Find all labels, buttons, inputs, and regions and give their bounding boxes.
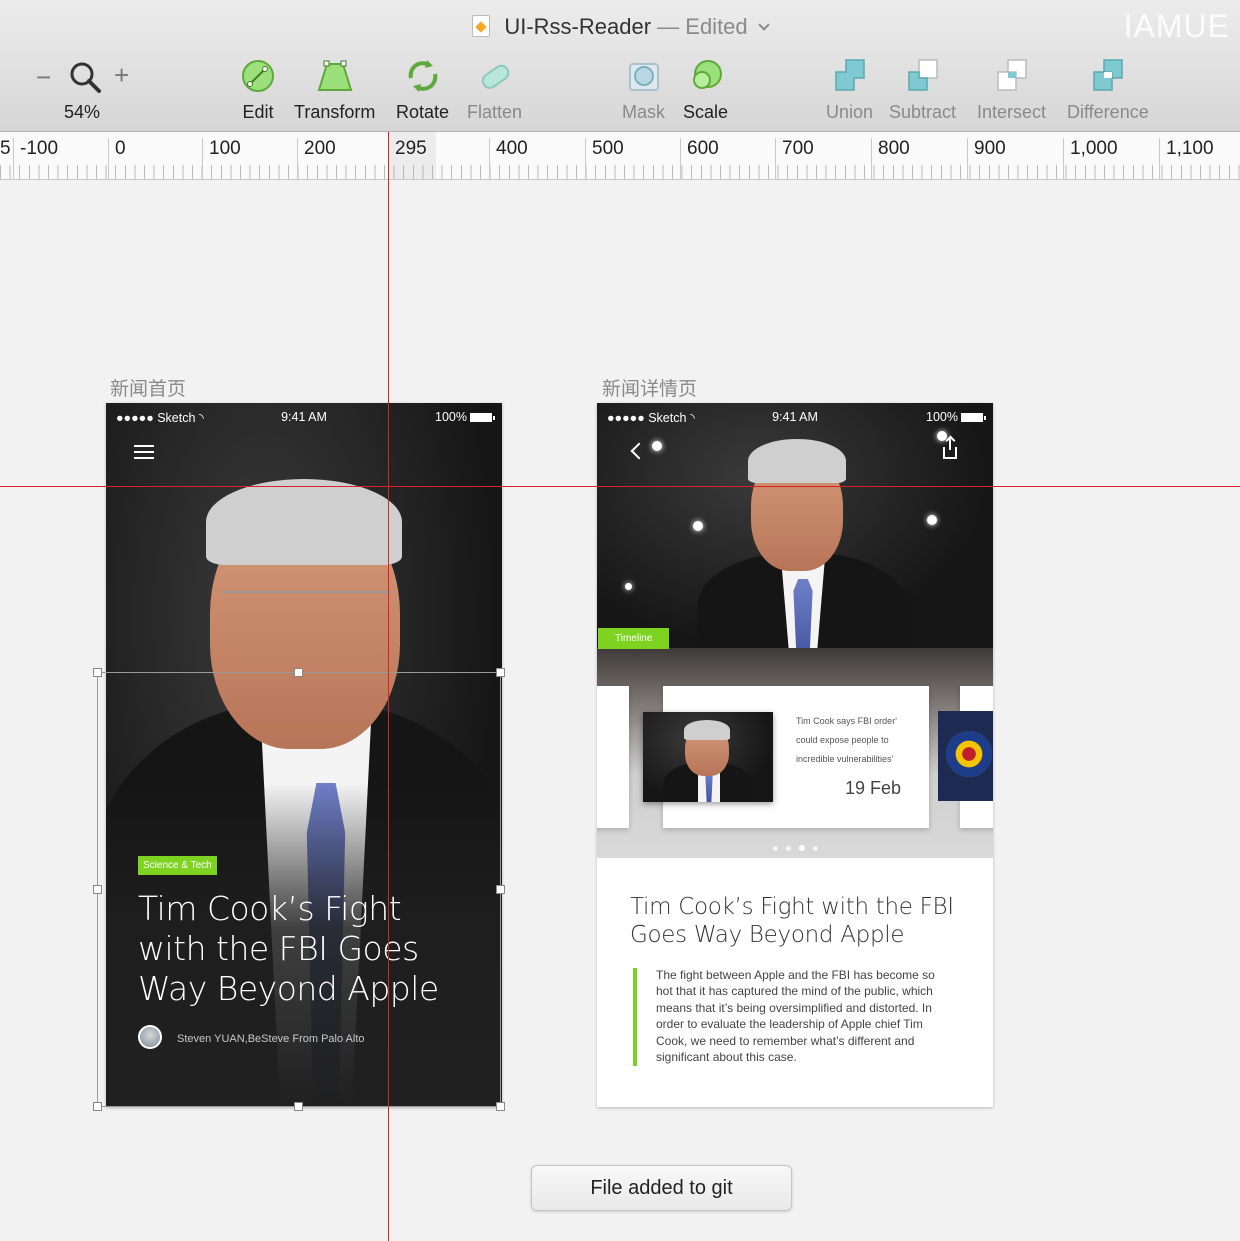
ruler-label: 400	[489, 138, 528, 179]
horizontal-guide[interactable]	[0, 486, 1240, 487]
horizontal-ruler[interactable]: 5 -100 0 100 200 295 400 500 600 700 800…	[0, 132, 1240, 180]
page-dot[interactable]	[772, 846, 778, 851]
page-dot-active[interactable]	[798, 845, 805, 851]
ruler-label: 100	[202, 138, 241, 179]
transform-icon	[315, 56, 355, 96]
flatten-icon	[475, 56, 515, 96]
artboard-detail[interactable]: ●●●●● Sketch ◝ 9:41 AM 100% Timeline Tim…	[597, 403, 993, 1107]
intersect-button[interactable]: Intersect	[977, 56, 1046, 123]
zoom-level: 54%	[64, 102, 101, 122]
union-label: Union	[826, 102, 874, 122]
battery-icon	[961, 413, 986, 422]
intersect-icon	[992, 56, 1032, 96]
mask-icon	[624, 56, 664, 96]
vertical-guide[interactable]	[388, 132, 389, 1241]
resize-handle-top-right[interactable]	[496, 668, 505, 677]
resize-handle-bottom-left[interactable]	[93, 1102, 102, 1111]
timeline-card-next[interactable]	[938, 686, 993, 828]
difference-icon	[1088, 56, 1128, 96]
battery-icon	[470, 413, 495, 422]
battery: 100%	[926, 410, 986, 424]
union-button[interactable]: Union	[826, 56, 873, 123]
page-indicator[interactable]	[597, 838, 993, 856]
edit-button[interactable]: Edit	[238, 56, 278, 123]
hamburger-menu-icon[interactable]	[134, 445, 154, 459]
flatten-button[interactable]: Flatten	[467, 56, 522, 123]
ruler-label: 700	[775, 138, 814, 179]
window-toolbar: UI-Rss-Reader — Edited IAMUE − + 54% Edi…	[0, 0, 1240, 132]
edit-label: Edit	[242, 102, 274, 122]
resize-handle-bottom[interactable]	[294, 1102, 303, 1111]
detail-headline: Tim Cook’s Fight with the FBI Goes Way B…	[630, 894, 954, 948]
rotate-label: Rotate	[396, 102, 450, 122]
zoom-out-button[interactable]: −	[36, 62, 56, 93]
card-quote: Tim Cook says FBI order' could expose pe…	[796, 716, 897, 764]
ruler-label: 1,000	[1063, 138, 1118, 179]
mask-button[interactable]: Mask	[622, 56, 665, 123]
intersect-label: Intersect	[977, 102, 1047, 122]
git-notification-toast: File added to git	[531, 1165, 792, 1211]
ruler-label: 900	[967, 138, 1006, 179]
page-dot[interactable]	[785, 846, 791, 851]
resize-handle-right[interactable]	[496, 885, 505, 894]
ruler-label: 0	[108, 138, 126, 179]
rotate-icon	[403, 56, 443, 96]
union-icon	[830, 56, 870, 96]
subtract-button[interactable]: Subtract	[889, 56, 956, 123]
ruler-label: 500	[585, 138, 624, 179]
ruler-label: 1,100	[1159, 138, 1214, 179]
transform-label: Transform	[294, 102, 376, 122]
timeline-card-previous[interactable]	[597, 686, 629, 828]
sketch-document-icon	[472, 15, 491, 37]
detail-body-text: The fight between Apple and the FBI has …	[656, 968, 935, 1065]
window-title: UI-Rss-Reader — Edited	[0, 14, 1240, 40]
resize-handle-bottom-right[interactable]	[496, 1102, 505, 1111]
artboard-title-home[interactable]: 新闻首页	[110, 374, 186, 401]
status-bar: ●●●●● Sketch ◝ 9:41 AM 100%	[106, 403, 502, 431]
chevron-down-icon[interactable]	[758, 19, 770, 31]
ruler-label: 200	[297, 138, 336, 179]
ruler-label: 5	[0, 138, 11, 159]
zoom-in-button[interactable]: +	[114, 60, 134, 91]
edit-icon	[238, 56, 278, 96]
timeline-badge[interactable]: Timeline	[598, 628, 670, 649]
ruler-label: 800	[871, 138, 910, 179]
resize-handle-top[interactable]	[294, 668, 303, 677]
quote-accent-bar	[633, 968, 637, 1066]
resize-handle-top-left[interactable]	[93, 668, 102, 677]
difference-label: Difference	[1067, 102, 1149, 122]
timeline-card[interactable]: Tim Cook says FBI order' could expose pe…	[643, 686, 929, 828]
timeline-carousel[interactable]: Tim Cook says FBI order' could expose pe…	[597, 648, 993, 858]
scale-button[interactable]: Scale	[683, 56, 728, 123]
magnifier-icon[interactable]	[68, 60, 102, 94]
scale-icon	[686, 56, 726, 96]
subtract-label: Subtract	[889, 102, 957, 122]
card-date: 19 Feb	[845, 778, 902, 798]
transform-button[interactable]: Transform	[294, 56, 375, 123]
page-dot[interactable]	[812, 846, 818, 851]
resize-handle-left[interactable]	[93, 885, 102, 894]
status-bar: ●●●●● Sketch ◝ 9:41 AM 100%	[597, 403, 993, 431]
battery: 100%	[435, 410, 495, 424]
rotate-button[interactable]: Rotate	[396, 56, 449, 123]
detail-hero-photo	[597, 403, 993, 648]
brand-watermark: IAMUE	[1123, 8, 1230, 44]
share-icon[interactable]	[943, 438, 957, 459]
ruler-label: -100	[13, 138, 58, 179]
fbi-seal-image	[938, 711, 993, 801]
card-thumbnail	[643, 712, 773, 802]
flatten-label: Flatten	[467, 102, 523, 122]
ruler-label: 600	[680, 138, 719, 179]
scale-label: Scale	[683, 102, 729, 122]
artboard-title-detail[interactable]: 新闻详情页	[602, 374, 697, 401]
subtract-icon	[903, 56, 943, 96]
layer-selection-box[interactable]	[97, 672, 501, 1107]
difference-button[interactable]: Difference	[1067, 56, 1149, 123]
ruler-guide-position: 295	[395, 138, 427, 159]
mask-label: Mask	[622, 102, 666, 122]
edited-state[interactable]: — Edited	[657, 14, 748, 39]
document-name: UI-Rss-Reader	[504, 14, 652, 39]
